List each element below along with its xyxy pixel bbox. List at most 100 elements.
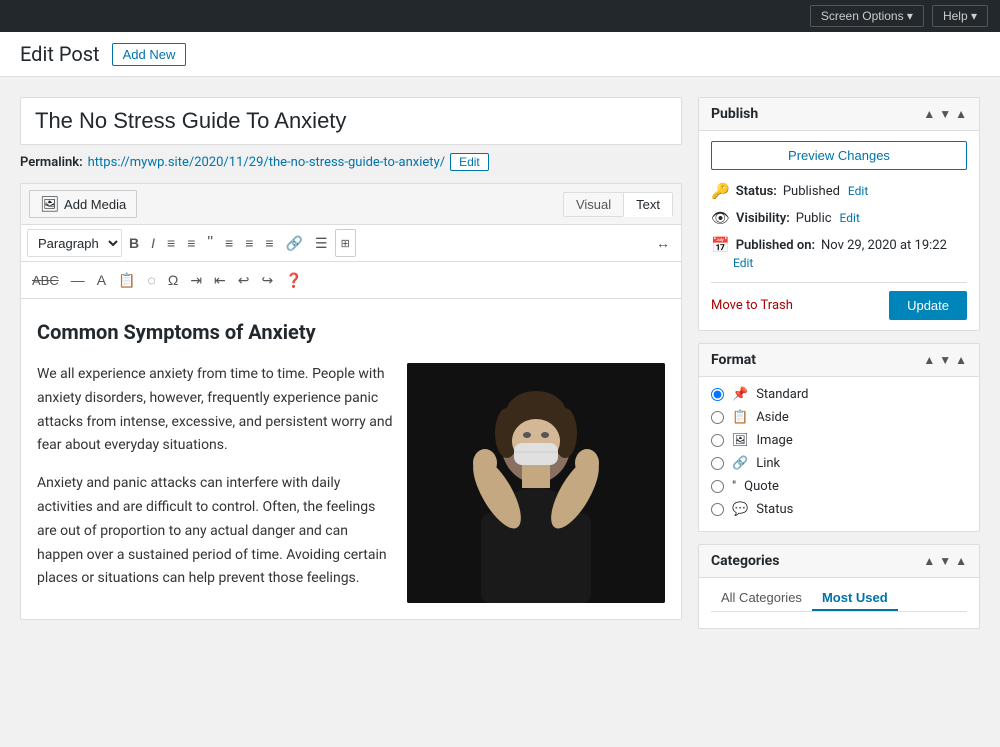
preview-changes-button[interactable]: Preview Changes: [711, 141, 967, 170]
page-title: Edit Post: [20, 42, 100, 66]
ordered-list-button[interactable]: ≡: [182, 229, 200, 257]
read-more-button[interactable]: ☰: [310, 229, 333, 257]
format-radio-standard[interactable]: [711, 388, 724, 401]
publish-box-header: Publish ▲ ▼ ▲: [699, 98, 979, 131]
category-tabs: All Categories Most Used: [711, 586, 967, 612]
add-media-button[interactable]: 🖼 Add Media: [29, 190, 137, 218]
standard-icon: 📌: [732, 387, 748, 402]
format-label-status: Status: [756, 502, 793, 517]
categories-collapse-toggle[interactable]: ▲: [955, 554, 967, 568]
format-option-aside: 📋 Aside: [711, 410, 967, 425]
status-row: 🔑 Status: Published Edit: [711, 182, 967, 200]
content-image: [407, 363, 665, 603]
categories-content: All Categories Most Used: [699, 578, 979, 628]
visibility-icon: 👁: [711, 209, 730, 227]
publish-collapse-up[interactable]: ▲: [923, 107, 935, 121]
publish-box-title: Publish: [711, 106, 758, 122]
published-on-block: 📅 Published on: Nov 29, 2020 at 19:22 Ed…: [711, 236, 967, 270]
post-title-input[interactable]: [20, 97, 682, 145]
redo-button[interactable]: ↪: [257, 266, 279, 294]
visibility-label: Visibility:: [736, 211, 790, 226]
published-on-value: Nov 29, 2020 at 19:22: [821, 238, 947, 253]
editor-content[interactable]: Common Symptoms of Anxiety We all experi…: [21, 299, 681, 619]
format-option-quote: " Quote: [711, 479, 967, 494]
add-new-button[interactable]: Add New: [112, 43, 187, 66]
format-collapse-toggle[interactable]: ▲: [955, 353, 967, 367]
visual-tab[interactable]: Visual: [563, 192, 623, 217]
paste-text-button[interactable]: 📋: [113, 266, 140, 294]
format-content: 📌 Standard 📋 Aside 🖼 Image 🔗 Link: [699, 377, 979, 531]
status-format-icon: 💬: [732, 502, 748, 517]
indent-button[interactable]: ⇥: [185, 266, 207, 294]
publish-collapse-down[interactable]: ▼: [939, 107, 951, 121]
image-format-icon: 🖼: [732, 433, 749, 448]
calendar-icon: 📅: [711, 236, 730, 254]
fullscreen-button[interactable]: ↔: [651, 229, 675, 257]
format-radio-image[interactable]: [711, 434, 724, 447]
format-option-link: 🔗 Link: [711, 456, 967, 471]
screen-options-button[interactable]: Screen Options ▾: [810, 5, 924, 27]
update-button[interactable]: Update: [889, 291, 967, 320]
text-color-button[interactable]: A: [92, 266, 111, 294]
paragraph-select[interactable]: Paragraph: [27, 229, 122, 257]
content-heading: Common Symptoms of Anxiety: [37, 315, 665, 349]
outdent-button[interactable]: ⇤: [209, 266, 231, 294]
content-paragraph-2: Anxiety and panic attacks can interfere …: [37, 472, 393, 591]
categories-box-header: Categories ▲ ▼ ▲: [699, 545, 979, 578]
move-to-trash-link[interactable]: Move to Trash: [711, 298, 793, 313]
status-label: Status:: [736, 184, 777, 199]
help-button[interactable]: Help ▾: [932, 5, 988, 27]
editor-box: 🖼 Add Media Visual Text Paragraph B I ≡ …: [20, 183, 682, 620]
content-paragraph-1: We all experience anxiety from time to t…: [37, 363, 393, 458]
text-tab[interactable]: Text: [623, 192, 673, 217]
permalink-edit-button[interactable]: Edit: [450, 153, 489, 171]
format-label-link: Link: [756, 456, 780, 471]
unordered-list-button[interactable]: ≡: [162, 229, 180, 257]
visibility-row: 👁 Visibility: Public Edit: [711, 209, 967, 227]
strikethrough-button[interactable]: ABC: [27, 266, 64, 294]
visibility-value: Public: [796, 211, 832, 226]
format-radio-quote[interactable]: [711, 480, 724, 493]
format-label-quote: Quote: [744, 479, 779, 494]
toolbar-toggle-button[interactable]: ⊞: [335, 229, 356, 257]
content-text-block: We all experience anxiety from time to t…: [37, 363, 393, 591]
sidebar: Publish ▲ ▼ ▲ Preview Changes 🔑 Status: …: [698, 97, 980, 629]
publish-collapse-toggle[interactable]: ▲: [955, 107, 967, 121]
align-right-button[interactable]: ≡: [260, 229, 278, 257]
link-format-icon: 🔗: [732, 456, 748, 471]
all-categories-tab[interactable]: All Categories: [711, 586, 812, 611]
categories-collapse-down[interactable]: ▼: [939, 554, 951, 568]
format-collapse-down[interactable]: ▼: [939, 353, 951, 367]
format-radio-aside[interactable]: [711, 411, 724, 424]
status-value: Published: [783, 184, 840, 199]
categories-collapse-up[interactable]: ▲: [923, 554, 935, 568]
visibility-edit-link[interactable]: Edit: [840, 211, 860, 225]
clear-format-button[interactable]: ◌: [143, 266, 161, 294]
help-icon-button[interactable]: ❓: [280, 266, 307, 294]
format-radio-status[interactable]: [711, 503, 724, 516]
published-on-edit-link[interactable]: Edit: [733, 256, 967, 270]
format-collapse-up[interactable]: ▲: [923, 353, 935, 367]
categories-box-title: Categories: [711, 553, 779, 569]
bold-button[interactable]: B: [124, 229, 144, 257]
format-box-title: Format: [711, 352, 756, 368]
special-chars-button[interactable]: Ω: [163, 266, 183, 294]
format-radio-link[interactable]: [711, 457, 724, 470]
italic-button[interactable]: I: [146, 229, 160, 257]
aside-icon: 📋: [732, 410, 748, 425]
publish-box: Publish ▲ ▼ ▲ Preview Changes 🔑 Status: …: [698, 97, 980, 331]
align-left-button[interactable]: ≡: [220, 229, 238, 257]
publish-meta: 🔑 Status: Published Edit 👁 Visibility: P…: [711, 182, 967, 270]
status-edit-link[interactable]: Edit: [848, 184, 868, 198]
view-tabs: Visual Text: [563, 192, 673, 217]
hr-button[interactable]: —: [66, 266, 90, 294]
format-option-standard: 📌 Standard: [711, 387, 967, 402]
blockquote-button[interactable]: ": [202, 229, 218, 257]
most-used-tab[interactable]: Most Used: [812, 586, 898, 611]
link-button[interactable]: 🔗: [281, 229, 308, 257]
undo-button[interactable]: ↩: [233, 266, 255, 294]
align-center-button[interactable]: ≡: [240, 229, 258, 257]
format-box: Format ▲ ▼ ▲ 📌 Standard 📋 Aside: [698, 343, 980, 532]
format-option-image: 🖼 Image: [711, 433, 967, 448]
permalink-link[interactable]: https://mywp.site/2020/11/29/the-no-stre…: [88, 155, 445, 170]
